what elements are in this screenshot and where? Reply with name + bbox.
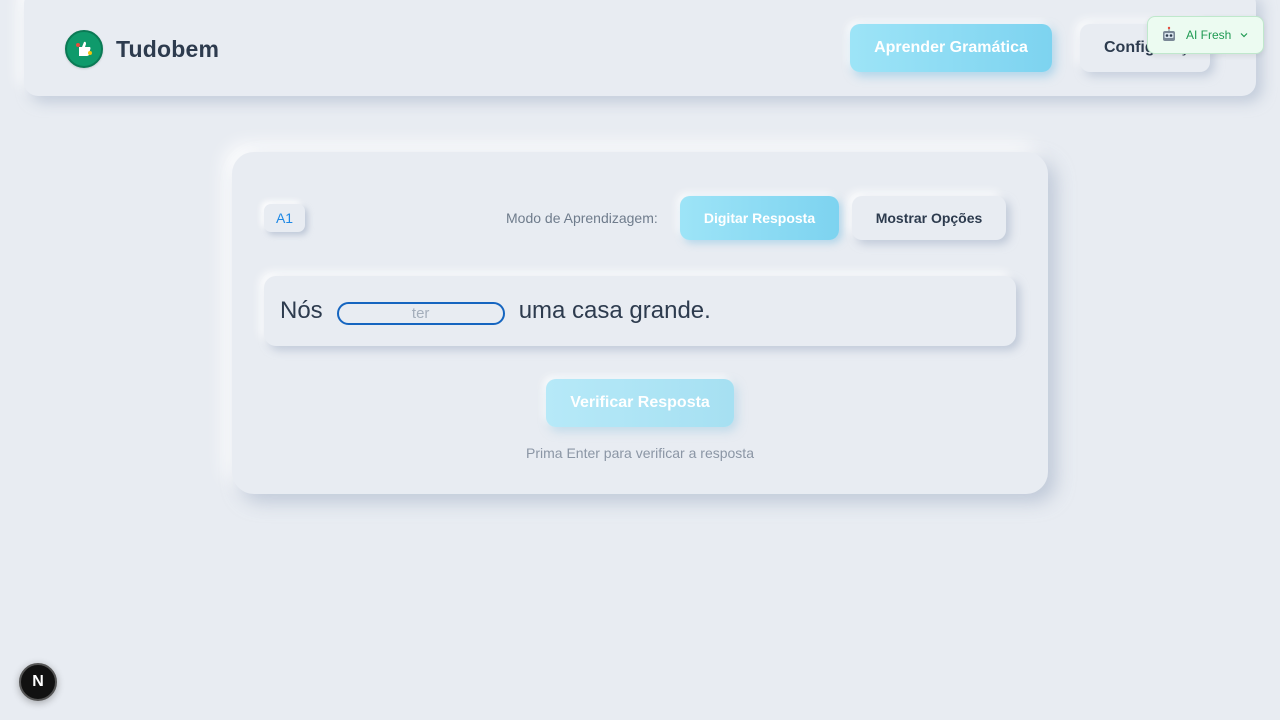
chevron-down-icon [1240,33,1248,38]
learn-grammar-button[interactable]: Aprender Gramática [850,24,1052,72]
ai-fresh-label: AI Fresh [1186,28,1232,42]
nextjs-dev-indicator[interactable]: N [19,663,57,701]
exercise-card: A1 Modo de Aprendizagem: Digitar Respost… [232,152,1048,494]
ai-fresh-dropdown[interactable]: AI Fresh [1147,16,1264,54]
verify-answer-button[interactable]: Verificar Resposta [546,379,734,427]
level-badge: A1 [264,204,305,232]
sentence-box: Nós uma casa grande. [264,276,1016,346]
brand[interactable]: Tudobem [65,30,219,68]
learning-mode-label: Modo de Aprendizagem: [506,210,658,226]
enter-hint: Prima Enter para verificar a resposta [526,445,754,461]
sentence-after-text: uma casa grande. [518,297,711,324]
app-header: Tudobem Aprender Gramática Configurações [24,0,1256,96]
brand-name: Tudobem [116,35,220,62]
answer-input[interactable] [336,301,505,325]
robot-icon [1163,26,1175,41]
logo-icon [65,30,103,68]
show-options-mode-button[interactable]: Mostrar Opções [852,196,1006,240]
sentence-before-text: Nós [280,297,323,324]
type-answer-mode-button[interactable]: Digitar Resposta [680,196,839,240]
